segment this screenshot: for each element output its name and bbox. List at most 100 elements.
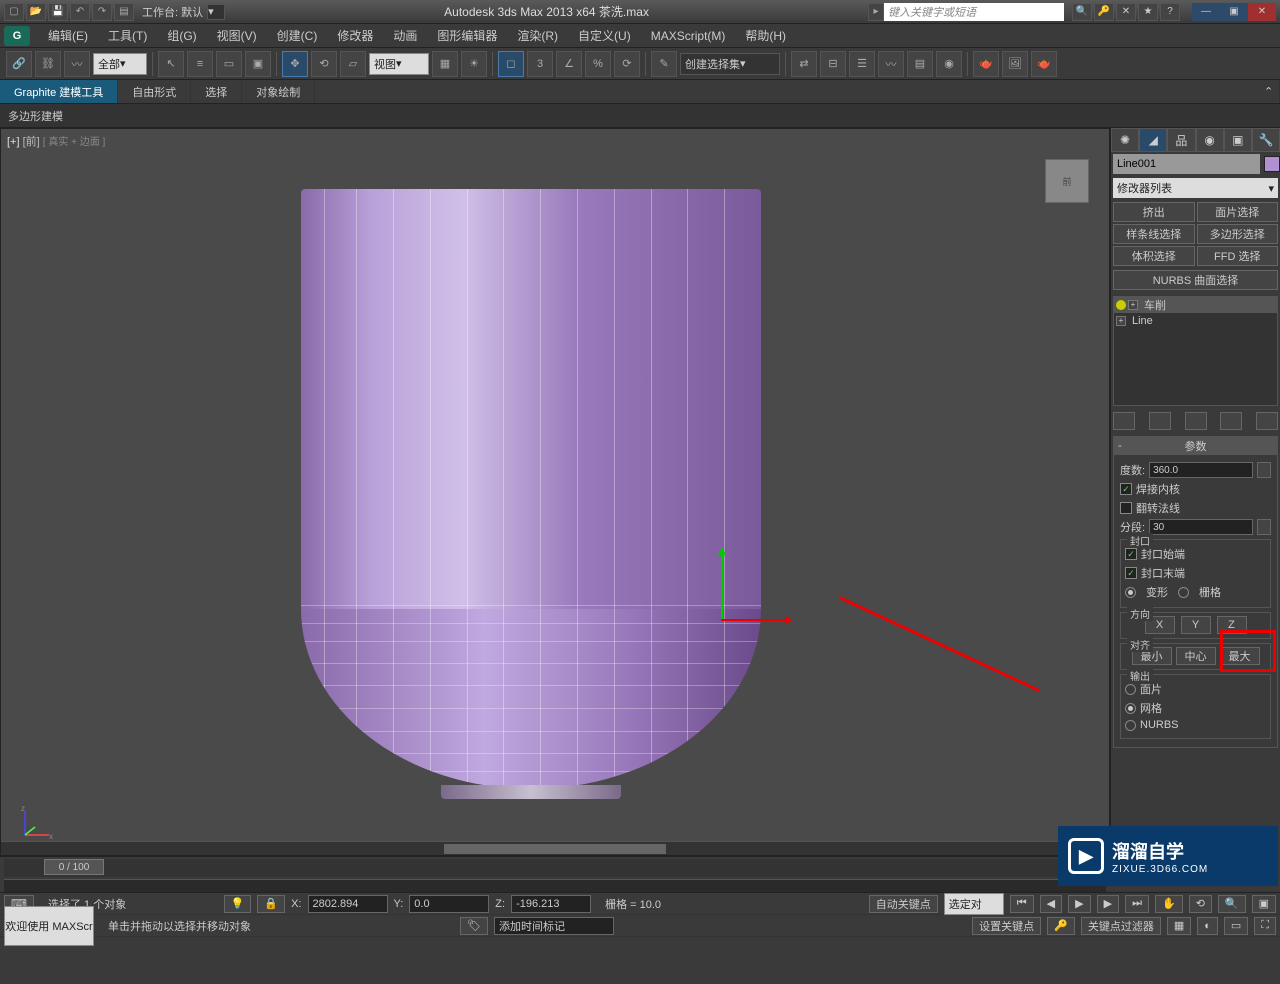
named-selection-dropdown[interactable]: 创建选择集 ▾ [680,53,780,75]
manipulate-icon[interactable]: ☀ [461,51,487,77]
star-icon[interactable]: ★ [1138,3,1158,21]
link-icon[interactable]: 🔗 [6,51,32,77]
search-input[interactable]: 键入关键字或短语 [884,3,1064,21]
timetag-icon[interactable]: 🏷 [460,917,488,935]
cp-tab-create-icon[interactable]: ✺ [1111,128,1139,152]
rendered-frame-icon[interactable]: 🖼 [1002,51,1028,77]
autokey-button[interactable]: 自动关键点 [869,895,938,913]
menu-views[interactable]: 视图(V) [207,24,267,47]
3d-model-cup[interactable] [301,189,761,799]
mod-volsel-button[interactable]: 体积选择 [1113,246,1195,266]
playback-end-icon[interactable]: ⏭ [1125,895,1149,913]
grid-radio[interactable] [1178,587,1189,598]
title-dropdown-icon[interactable]: ▸ [868,3,884,21]
nav-zoom-icon[interactable]: 🔍 [1218,895,1246,913]
ribbon-tab-freeform[interactable]: 自由形式 [118,80,191,103]
capend-checkbox[interactable]: ✓ [1125,567,1137,579]
mirror-icon[interactable]: ⇄ [791,51,817,77]
coord-z-input[interactable]: -196.213 [511,895,591,913]
close-button[interactable]: ✕ [1248,3,1276,21]
nav-fov-icon[interactable]: ◐ [1197,917,1218,935]
workspace-selector[interactable]: 工作台: 默认 ▾ [142,4,225,20]
selection-filter-dropdown[interactable]: 全部 ▾ [93,53,147,75]
menu-group[interactable]: 组(G) [157,24,206,47]
select-icon[interactable]: ↖ [158,51,184,77]
nav-region-icon[interactable]: ▭ [1224,917,1248,935]
mod-splinesel-button[interactable]: 样条线选择 [1113,224,1195,244]
weld-checkbox[interactable]: ✓ [1120,483,1132,495]
menu-grapheditors[interactable]: 图形编辑器 [427,24,507,47]
cp-tab-display-icon[interactable]: ▣ [1224,128,1252,152]
snap-toggle-icon[interactable]: ◻ [498,51,524,77]
playback-next-icon[interactable]: ▶ [1097,895,1119,913]
material-icon[interactable]: ◉ [936,51,962,77]
minimize-button[interactable]: — [1192,3,1220,21]
coord-x-input[interactable]: 2802.894 [308,895,388,913]
schematic-icon[interactable]: ▤ [907,51,933,77]
modifier-list-dropdown[interactable]: 修改器列表▾ [1113,178,1278,198]
lock-icon[interactable]: 🔒 [257,895,285,913]
morph-radio[interactable] [1125,587,1136,598]
keyfilter-button[interactable]: 关键点过滤器 [1081,917,1161,935]
pin-stack-icon[interactable] [1113,412,1135,430]
lightbulb-icon[interactable] [1116,300,1126,310]
time-slider[interactable]: 0 / 100 [4,859,1106,877]
qat-new-icon[interactable]: ▢ [4,3,24,21]
modifier-stack[interactable]: +车削 +Line [1113,296,1278,406]
ribbon-collapse-icon[interactable]: ⌃ [1250,80,1280,103]
cp-tab-utilities-icon[interactable]: 🔧 [1252,128,1280,152]
segments-spinner[interactable]: 30 [1149,519,1253,535]
coord-y-input[interactable]: 0.0 [409,895,489,913]
menu-maxscript[interactable]: MAXScript(M) [641,24,736,47]
menu-customize[interactable]: 自定义(U) [568,24,641,47]
bind-icon[interactable]: 〰 [64,51,90,77]
playback-play-icon[interactable]: ▶ [1068,895,1090,913]
ribbon-panel-polymodel[interactable]: 多边形建模 [0,104,1280,128]
menu-rendering[interactable]: 渲染(R) [507,24,568,47]
align-max-button[interactable]: 最大 [1220,647,1260,665]
cp-tab-motion-icon[interactable]: ◉ [1196,128,1224,152]
spinner-snap-icon[interactable]: ⟳ [614,51,640,77]
nav-zoomext-icon[interactable]: ▦ [1167,917,1191,935]
align-icon[interactable]: ⊟ [820,51,846,77]
lock-selection-icon[interactable]: 💡 [224,895,252,913]
cp-tab-hierarchy-icon[interactable]: 品 [1167,128,1195,152]
render-setup-icon[interactable]: 🫖 [973,51,999,77]
gizmo-y-axis[interactable] [721,549,723,619]
menu-help[interactable]: 帮助(H) [735,24,796,47]
menu-tools[interactable]: 工具(T) [98,24,157,47]
expand-icon[interactable]: + [1116,316,1126,326]
time-slider-thumb[interactable]: 0 / 100 [44,859,104,875]
mod-extrude-button[interactable]: 挤出 [1113,202,1195,222]
gizmo-x-axis[interactable] [721,619,791,621]
move-icon[interactable]: ✥ [282,51,308,77]
curveeditor-icon[interactable]: 〰 [878,51,904,77]
qat-project-icon[interactable]: ▤ [114,3,134,21]
unique-icon[interactable] [1185,412,1207,430]
setkey-button[interactable]: 设置关键点 [972,917,1041,935]
playback-start-icon[interactable]: ⏮ [1010,895,1034,913]
layers-icon[interactable]: ☰ [849,51,875,77]
nav-maximize-icon[interactable]: ⛶ [1254,917,1276,935]
capstart-checkbox[interactable]: ✓ [1125,548,1137,560]
mod-polysel-button[interactable]: 多边形选择 [1197,224,1279,244]
keymode-dropdown[interactable]: 选定对 [944,893,1004,915]
percent-snap-icon[interactable]: % [585,51,611,77]
key-icon[interactable]: 🔑 [1094,3,1114,21]
unlink-icon[interactable]: ⛓ [35,51,61,77]
playback-prev-icon[interactable]: ◀ [1040,895,1062,913]
nav-maxview-icon[interactable]: ▣ [1252,895,1276,913]
flip-checkbox[interactable] [1120,502,1132,514]
menu-edit[interactable]: 编辑(E) [38,24,98,47]
output-nurbs-radio[interactable] [1125,720,1136,731]
binoculars-icon[interactable]: 🔍 [1072,3,1092,21]
app-menu-icon[interactable]: G [4,26,30,46]
ribbon-tab-objectpaint[interactable]: 对象绘制 [242,80,315,103]
exchange-icon[interactable]: ✕ [1116,3,1136,21]
menu-modifiers[interactable]: 修改器 [327,24,383,47]
axis-y-button[interactable]: Y [1181,616,1211,634]
refcoord-dropdown[interactable]: 视图 ▾ [369,53,429,75]
nav-pan-icon[interactable]: ✋ [1155,895,1183,913]
output-patch-radio[interactable] [1125,684,1136,695]
object-color-swatch[interactable] [1264,156,1280,172]
